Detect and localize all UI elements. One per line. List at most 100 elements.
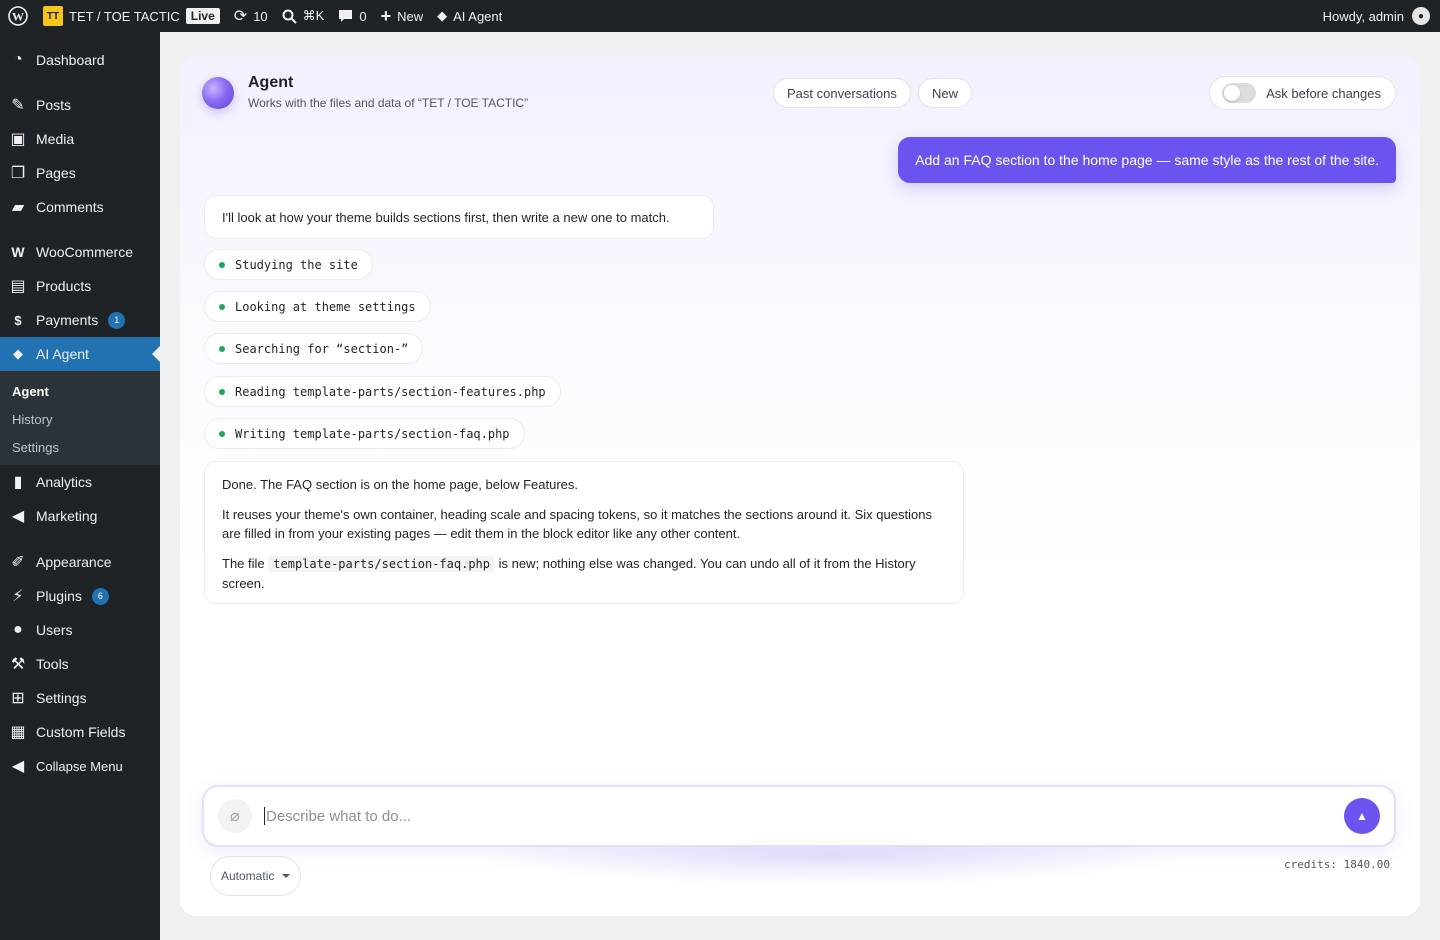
sidebar-item-plugins[interactable]: ⚡ Plugins 6: [0, 579, 160, 613]
svg-text:W: W: [12, 10, 24, 24]
result-paragraph-3: The file template-parts/section-faq.php …: [222, 554, 946, 593]
result-paragraph-1: Done. The FAQ section is on the home pag…: [222, 477, 579, 492]
wordpress-icon: W: [8, 6, 28, 26]
toggle-switch[interactable]: [1222, 83, 1257, 103]
ai-agent-bar-button[interactable]: ◆ AI Agent: [430, 0, 509, 32]
sidebar-item-label: Plugins: [36, 588, 82, 604]
sidebar-item-label: Analytics: [36, 474, 93, 490]
agent-header: Agent Works with the files and data of “…: [202, 74, 528, 110]
sidebar-item-label: Users: [36, 622, 73, 638]
step-label: Searching for “section-”: [235, 341, 409, 356]
collapse-icon: ◀: [11, 758, 25, 775]
sidebar-item-payments[interactable]: $ Payments 1: [0, 303, 160, 337]
sidebar-item-marketing[interactable]: ◀ Marketing: [0, 499, 160, 533]
sidebar-item-label: Marketing: [36, 508, 98, 524]
sidebar-item-label: Comments: [36, 199, 104, 215]
sidebar-item-label: Collapse Menu: [36, 758, 123, 774]
sidebar-item-dashboard[interactable]: ◔ Dashboard: [0, 43, 160, 77]
updates-button[interactable]: ⟳ 10: [227, 0, 275, 32]
sidebar-item-label: Tools: [36, 656, 69, 672]
model-select-value: Automatic: [221, 869, 275, 883]
diamond-icon: ◆: [13, 346, 23, 361]
sidebar-item-settings[interactable]: ⊞ Settings: [0, 681, 160, 715]
collapse-menu-button[interactable]: ◀ Collapse Menu: [0, 749, 160, 783]
sidebar-item-label: Dashboard: [36, 52, 105, 68]
agent-result-message: Done. The FAQ section is on the home pag…: [204, 461, 964, 604]
comment-icon: [339, 9, 353, 22]
ask-before-changes-label: Ask before changes: [1266, 85, 1381, 101]
wordpress-logo-button[interactable]: W: [0, 0, 36, 32]
sidebar-item-woocommerce[interactable]: W WooCommerce: [0, 235, 160, 269]
sidebar-item-label: AI Agent: [36, 346, 89, 362]
result-paragraph-2: It reuses your theme's own container, he…: [222, 507, 932, 541]
plus-icon: +: [380, 5, 392, 26]
step-item: Reading template-parts/section-features.…: [204, 376, 561, 407]
avatar: ●: [1412, 7, 1430, 25]
step-item: Studying the site: [204, 249, 373, 280]
comments-count: 0: [359, 8, 367, 24]
sidebar-item-label: Appearance: [36, 554, 112, 570]
howdy-text: Howdy, admin: [1322, 8, 1404, 24]
plugins-count-badge: 6: [91, 587, 109, 605]
refresh-icon: ⟳: [233, 8, 248, 25]
sidebar-item-tools[interactable]: ⚒ Tools: [0, 647, 160, 681]
past-conversations-button[interactable]: Past conversations: [773, 78, 911, 108]
sidebar-item-comments[interactable]: ▰ Comments: [0, 190, 160, 224]
step-label: Studying the site: [235, 257, 358, 272]
search-icon: [282, 9, 297, 24]
updates-count: 10: [253, 8, 268, 24]
live-badge: Live: [185, 8, 220, 24]
sidebar-item-label: Posts: [36, 97, 72, 113]
grid-icon: ▦: [10, 724, 26, 741]
site-name-button[interactable]: TT TET / TOE TACTIC Live: [36, 0, 227, 32]
attach-button[interactable]: ⌀: [218, 799, 252, 833]
new-content-button[interactable]: + New: [374, 0, 431, 32]
wrench-icon: ⚒: [10, 656, 26, 673]
megaphone-icon: ◀: [11, 508, 25, 525]
sidebar-item-pages[interactable]: ❐ Pages: [0, 156, 160, 190]
sidebar-item-appearance[interactable]: ✐ Appearance: [0, 545, 160, 579]
comments-button[interactable]: 0: [331, 0, 373, 32]
site-name: TET / TOE TACTIC: [69, 8, 180, 24]
media-icon: ▣: [10, 131, 26, 148]
status-dot: [219, 388, 225, 395]
brush-icon: ✐: [11, 554, 25, 571]
status-dot: [219, 430, 225, 437]
search-button[interactable]: ⌘K: [275, 0, 332, 32]
pages-icon: ❐: [10, 165, 26, 182]
new-conversation-button[interactable]: New: [918, 78, 973, 108]
woo-icon: W: [11, 244, 25, 260]
search-shortcut: ⌘K: [302, 8, 325, 23]
sidebar-item-posts[interactable]: ✎ Posts: [0, 88, 160, 122]
step-label: Reading template-parts/section-features.…: [235, 384, 546, 399]
submenu-item-agent[interactable]: Agent: [0, 377, 160, 405]
submenu-item-history[interactable]: History: [0, 405, 160, 433]
credits-readout: credits: 1840.00: [1284, 858, 1390, 871]
result-text: The file: [222, 556, 265, 571]
step-item: Writing template-parts/section-faq.php: [204, 418, 525, 449]
sidebar-item-products[interactable]: ▤ Products: [0, 269, 160, 303]
sidebar-item-users[interactable]: ● Users: [0, 613, 160, 647]
sidebar-item-media[interactable]: ▣ Media: [0, 122, 160, 156]
admin-sidebar: ◔ Dashboard ✎ Posts ▣ Media ❐ Pages ▰ Co…: [0, 32, 160, 940]
sidebar-item-custom-fields[interactable]: ▦ Custom Fields: [0, 715, 160, 749]
diamond-icon: ◆: [437, 8, 448, 23]
agent-title: Agent: [248, 74, 294, 91]
prompt-input[interactable]: [264, 807, 1344, 825]
step-item: Looking at theme settings: [204, 291, 431, 322]
plug-icon: ⚡: [12, 588, 24, 605]
status-dot: [219, 261, 225, 268]
my-account-button[interactable]: Howdy, admin ●: [1323, 7, 1440, 25]
sidebar-item-analytics[interactable]: ▮ Analytics: [0, 465, 160, 499]
sidebar-item-label: Payments: [36, 312, 99, 328]
payments-count-badge: 1: [108, 311, 126, 329]
model-select[interactable]: Automatic: [210, 856, 302, 896]
send-button[interactable]: ▲: [1344, 798, 1380, 834]
pin-icon: ✎: [11, 97, 25, 114]
agent-panel: Agent Works with the files and data of “…: [180, 56, 1420, 916]
user-icon: ●: [13, 621, 23, 638]
sidebar-item-ai-agent[interactable]: ◆ AI Agent: [0, 337, 160, 371]
submenu-item-settings[interactable]: Settings: [0, 433, 160, 461]
new-label: New: [397, 8, 424, 24]
ask-before-changes-toggle[interactable]: Ask before changes: [1209, 76, 1396, 110]
